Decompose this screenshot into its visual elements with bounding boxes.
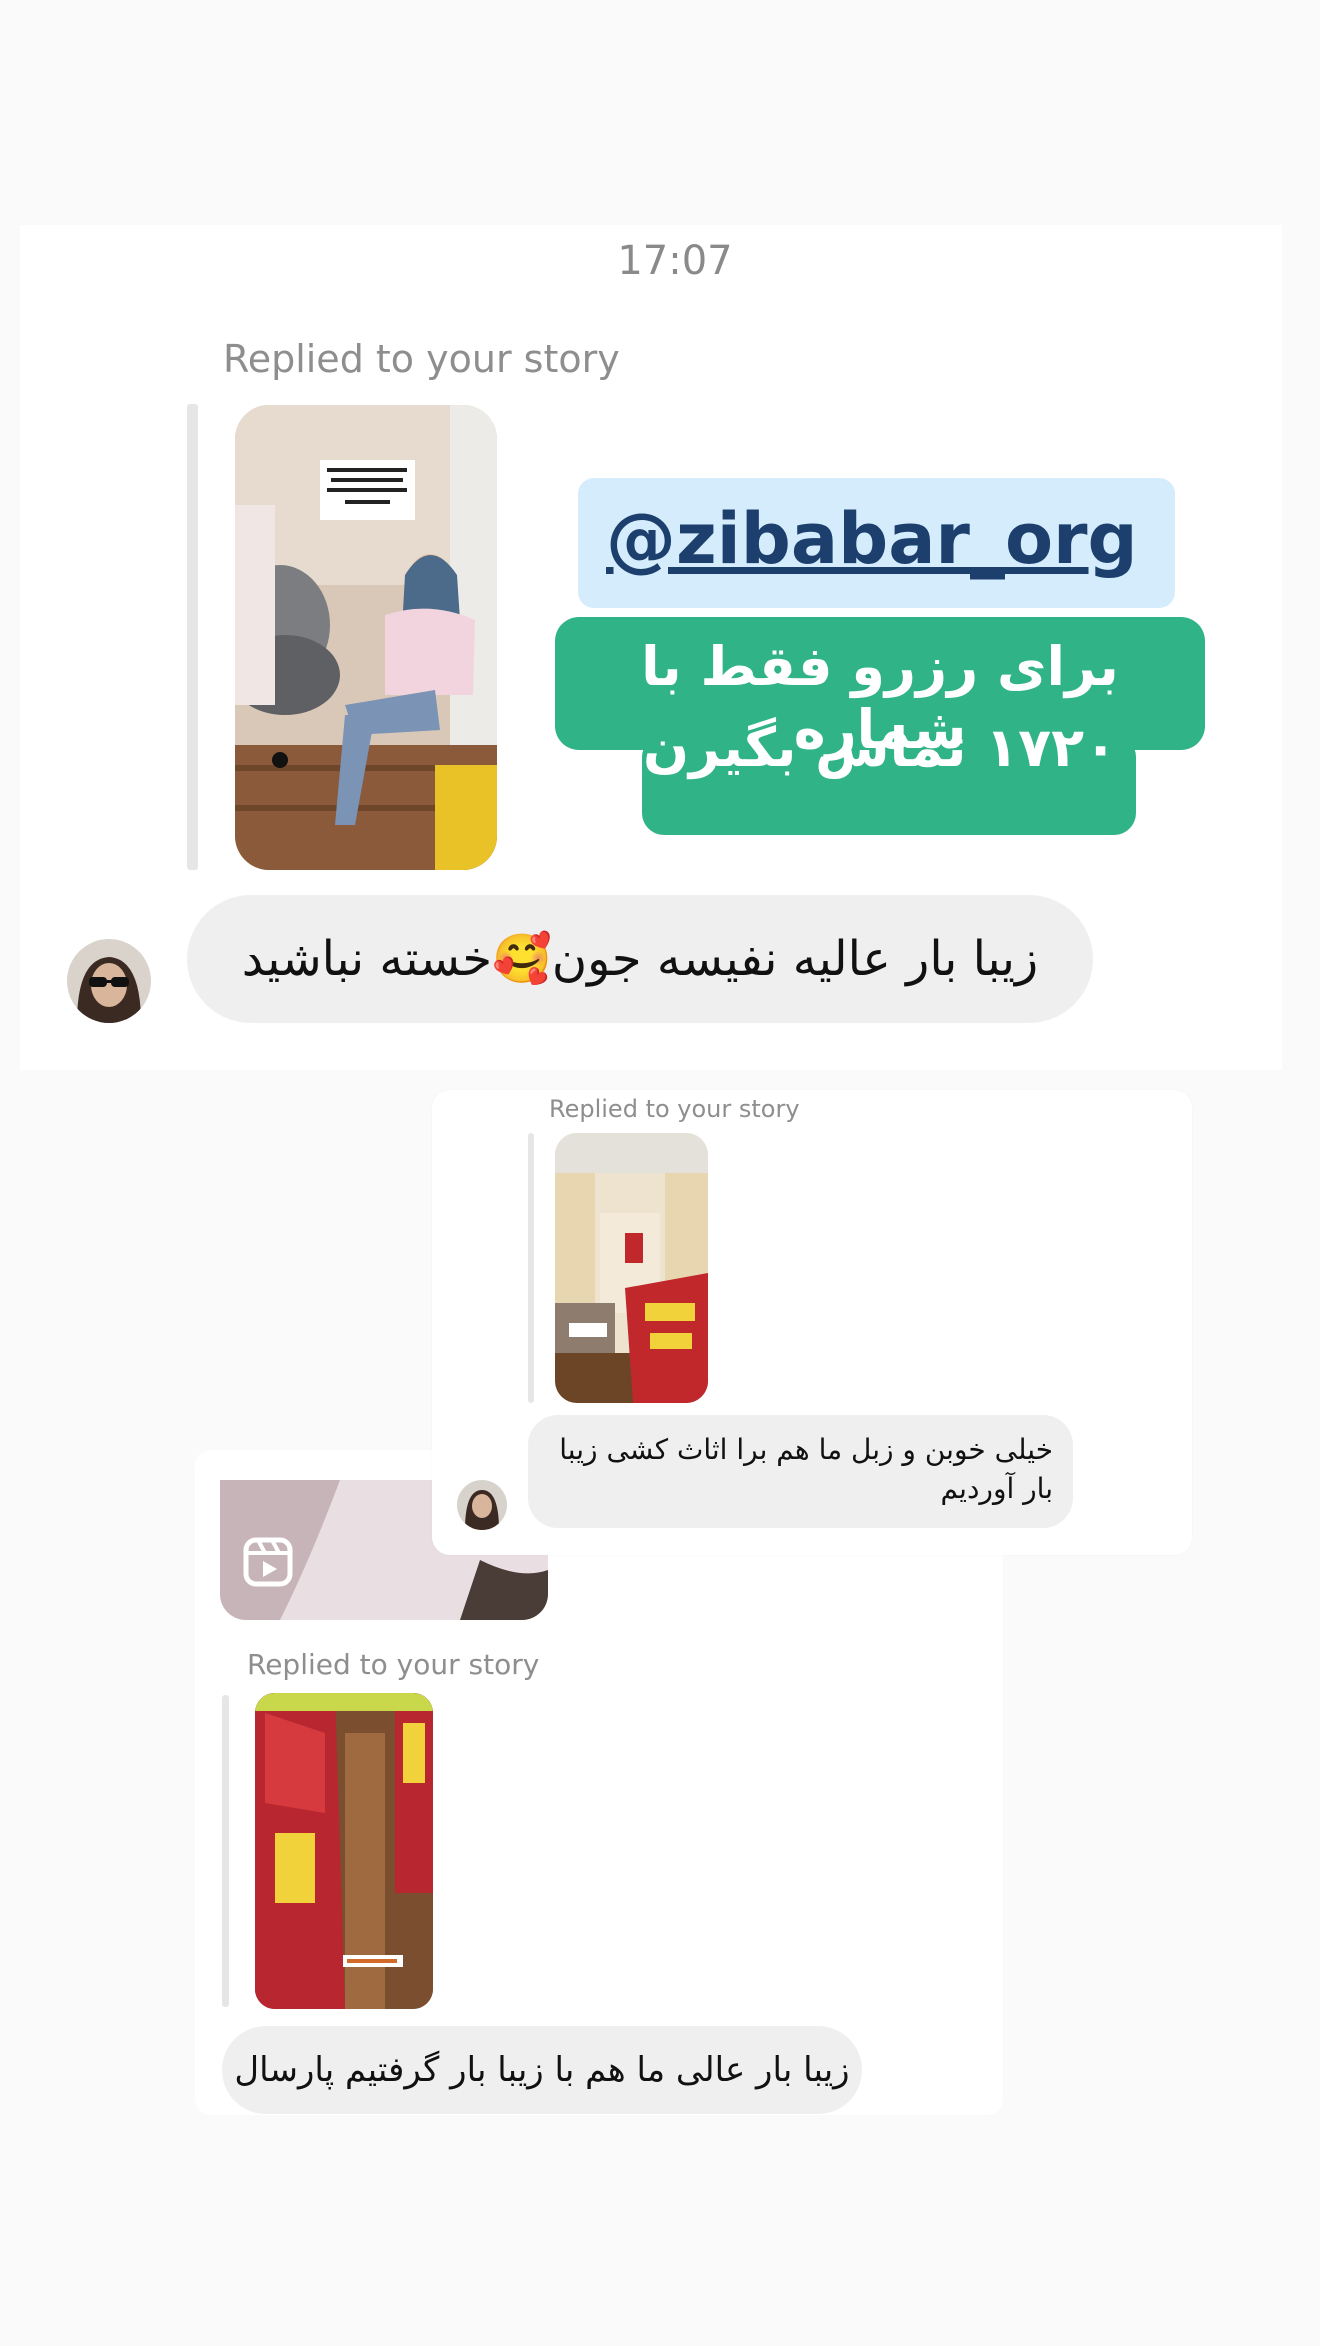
- avatar[interactable]: [67, 939, 151, 1023]
- replied-to-story-label: Replied to your story: [247, 1648, 540, 1681]
- quote-bar: [528, 1133, 534, 1403]
- story-thumbnail[interactable]: [235, 405, 497, 870]
- avatar[interactable]: [457, 1480, 507, 1530]
- message-text: زیبا بار عالی ما هم با زیبا بار گرفتیم پ…: [234, 2050, 850, 2090]
- replied-to-story-label: Replied to your story: [223, 337, 620, 381]
- quote-bar: [187, 404, 198, 870]
- quote-bar: [222, 1695, 229, 2007]
- story-thumbnail[interactable]: [255, 1693, 433, 2009]
- message-text-line1: خیلی خوبن و زبل ما هم برا اثاث کشی زیبا: [559, 1433, 1053, 1466]
- message-text: زیبا بار عالیه نفیسه جون🥰خسته نباشید: [241, 931, 1039, 987]
- replied-to-story-label: Replied to your story: [549, 1095, 800, 1123]
- story-thumbnail[interactable]: [555, 1133, 708, 1403]
- promo-text-line2: ۱۷۲۰ تماس بگیرن: [642, 716, 1118, 779]
- story-handle[interactable]: @zibabar_org: [606, 498, 1138, 580]
- message-timestamp: 17:07: [617, 238, 733, 284]
- message-text-line2: بار آوردیم: [940, 1472, 1053, 1505]
